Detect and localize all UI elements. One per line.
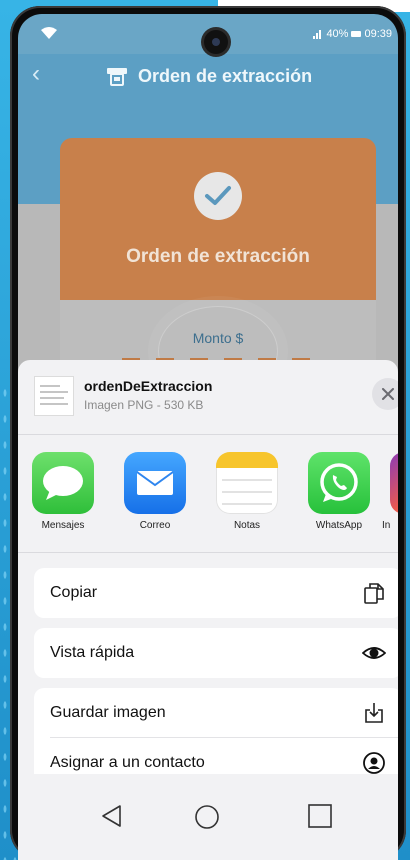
share-apps-row: Mensajes Correo Notas WhatsApp In: [18, 452, 398, 552]
front-camera: [204, 30, 228, 54]
page-title: Orden de extracción: [138, 66, 313, 86]
messages-icon: [32, 452, 94, 514]
share-app-label: Mensajes: [41, 520, 85, 531]
share-file-preview: ordenDeExtraccion Imagen PNG - 530 KB: [18, 360, 398, 430]
share-app-label: In: [382, 520, 391, 531]
notes-icon: [216, 452, 278, 514]
action-label: Guardar imagen: [50, 704, 166, 721]
save-image-action[interactable]: Guardar imagen: [34, 688, 398, 738]
action-group-copy: Copiar: [34, 568, 398, 618]
header-title-group: Orden de extracción: [106, 66, 312, 87]
amount-label: Monto $: [192, 330, 244, 346]
navigation-bar: [18, 774, 398, 860]
action-label: Asignar a un contacto: [50, 754, 205, 771]
recent-square-icon[interactable]: [308, 804, 332, 828]
action-label: Vista rápida: [50, 644, 135, 661]
clock: 09:39: [364, 28, 392, 40]
battery-percent: 40%: [326, 28, 349, 40]
save-image-icon: [365, 703, 383, 723]
extraction-card-header: Orden de extracción: [60, 138, 376, 300]
share-app-label: Notas: [233, 520, 261, 531]
action-label: Copiar: [50, 584, 98, 601]
share-app-label: Correo: [139, 520, 171, 531]
action-group-save: Guardar imagen Asignar a un contacto: [34, 688, 398, 788]
eye-icon: [362, 647, 386, 659]
card-title: Orden de extracción: [126, 246, 310, 267]
file-meta: Imagen PNG - 530 KB: [84, 398, 204, 412]
atm-icon: [106, 67, 128, 87]
status-bar: 40% 09:39: [18, 14, 398, 54]
share-app-label: WhatsApp: [315, 520, 363, 531]
back-triangle-icon[interactable]: [100, 804, 124, 828]
signal-icon: [313, 29, 323, 39]
file-name: ordenDeExtraccion: [84, 378, 213, 394]
divider: [18, 552, 398, 553]
divider: [18, 434, 398, 435]
wifi-icon: [41, 27, 57, 39]
instagram-icon: [390, 452, 398, 514]
copy-action[interactable]: Copiar: [34, 568, 398, 618]
contact-icon: [363, 752, 385, 774]
status-right-group: 40% 09:39: [313, 28, 392, 40]
copy-icon: [364, 583, 384, 604]
back-chevron-icon[interactable]: ‹: [32, 62, 40, 86]
mail-icon: [124, 452, 186, 514]
battery-icon: [351, 31, 362, 37]
home-circle-icon[interactable]: [194, 804, 220, 830]
close-icon: [382, 388, 394, 400]
phone-screen: ‹ Orden de extracción Orden de extracció…: [18, 14, 398, 860]
file-thumbnail: [34, 376, 74, 416]
success-check-icon: [194, 172, 242, 220]
phone-frame: ‹ Orden de extracción Orden de extracció…: [10, 6, 406, 860]
action-group-preview: Vista rápida: [34, 628, 398, 678]
close-button[interactable]: [372, 378, 398, 410]
quick-look-action[interactable]: Vista rápida: [34, 628, 398, 678]
whatsapp-icon: [308, 452, 370, 514]
